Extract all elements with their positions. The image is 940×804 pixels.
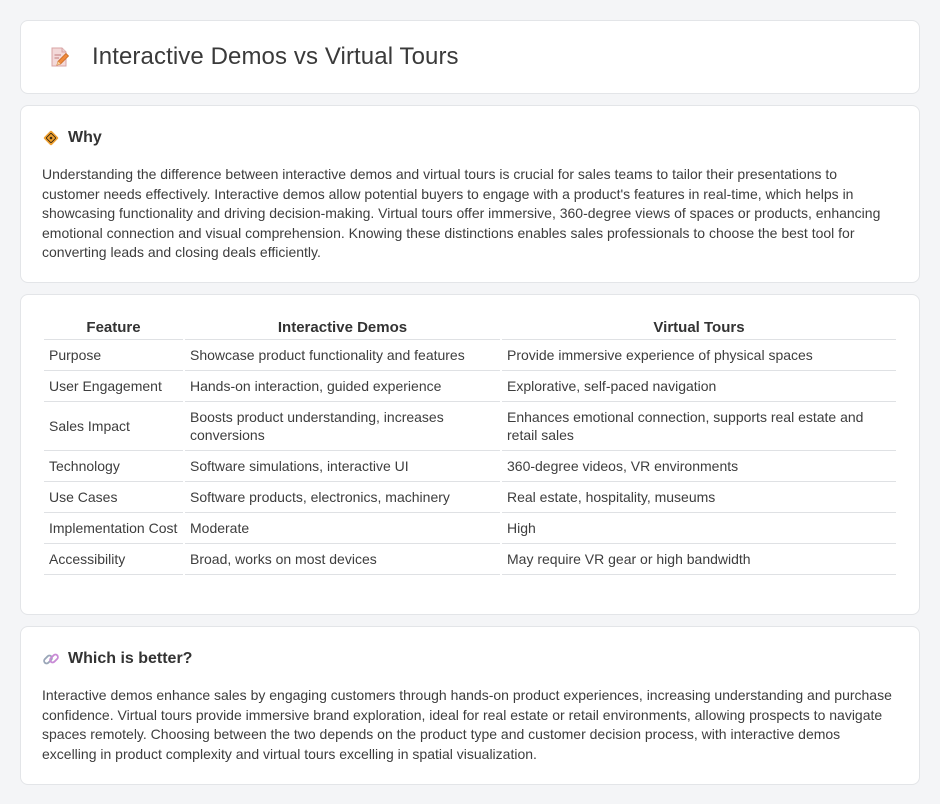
table-row: Accessibility Broad, works on most devic… bbox=[44, 544, 896, 575]
table-header-row: Feature Interactive Demos Virtual Tours bbox=[44, 317, 896, 340]
table-row: Sales Impact Boosts product understandin… bbox=[44, 402, 896, 451]
row-interactive-demos: Moderate bbox=[185, 513, 500, 544]
title-card: Interactive Demos vs Virtual Tours bbox=[20, 20, 920, 94]
row-feature: Use Cases bbox=[44, 482, 183, 513]
row-interactive-demos: Hands-on interaction, guided experience bbox=[185, 371, 500, 402]
which-better-section: Which is better? Interactive demos enhan… bbox=[20, 626, 920, 785]
row-interactive-demos: Showcase product functionality and featu… bbox=[185, 340, 500, 371]
row-virtual-tours: Enhances emotional connection, supports … bbox=[502, 402, 896, 451]
table-row: Purpose Showcase product functionality a… bbox=[44, 340, 896, 371]
row-interactive-demos: Broad, works on most devices bbox=[185, 544, 500, 575]
row-feature: Implementation Cost bbox=[44, 513, 183, 544]
row-interactive-demos: Boosts product understanding, increases … bbox=[185, 402, 500, 451]
row-feature: User Engagement bbox=[44, 371, 183, 402]
why-section-header: Why bbox=[42, 128, 898, 148]
which-better-heading: Which is better? bbox=[68, 650, 193, 667]
link-icon bbox=[42, 650, 60, 668]
header-feature: Feature bbox=[44, 317, 183, 340]
table-row: Use Cases Software products, electronics… bbox=[44, 482, 896, 513]
row-feature: Accessibility bbox=[44, 544, 183, 575]
row-virtual-tours: 360-degree videos, VR environments bbox=[502, 451, 896, 482]
which-better-text: Interactive demos enhance sales by engag… bbox=[42, 687, 892, 762]
row-virtual-tours: May require VR gear or high bandwidth bbox=[502, 544, 896, 575]
why-text: Understanding the difference between int… bbox=[42, 166, 881, 261]
table-row: User Engagement Hands-on interaction, gu… bbox=[44, 371, 896, 402]
comparison-table: Feature Interactive Demos Virtual Tours … bbox=[42, 317, 898, 575]
row-feature: Sales Impact bbox=[44, 402, 183, 451]
row-virtual-tours: Explorative, self-paced navigation bbox=[502, 371, 896, 402]
which-better-header: Which is better? bbox=[42, 649, 898, 669]
table-row: Implementation Cost Moderate High bbox=[44, 513, 896, 544]
row-virtual-tours: Real estate, hospitality, museums bbox=[502, 482, 896, 513]
page: Interactive Demos vs Virtual Tours Why U… bbox=[0, 0, 940, 785]
document-pencil-icon bbox=[47, 45, 71, 69]
row-virtual-tours: Provide immersive experience of physical… bbox=[502, 340, 896, 371]
row-interactive-demos: Software simulations, interactive UI bbox=[185, 451, 500, 482]
row-virtual-tours: High bbox=[502, 513, 896, 544]
row-feature: Technology bbox=[44, 451, 183, 482]
why-heading: Why bbox=[68, 129, 102, 146]
header-interactive-demos: Interactive Demos bbox=[185, 317, 500, 340]
table-row: Technology Software simulations, interac… bbox=[44, 451, 896, 482]
row-interactive-demos: Software products, electronics, machiner… bbox=[185, 482, 500, 513]
why-section: Why Understanding the difference between… bbox=[20, 105, 920, 283]
row-feature: Purpose bbox=[44, 340, 183, 371]
diamond-sign-icon bbox=[42, 129, 60, 147]
header-virtual-tours: Virtual Tours bbox=[502, 317, 896, 340]
page-title: Interactive Demos vs Virtual Tours bbox=[92, 43, 459, 70]
comparison-card: Feature Interactive Demos Virtual Tours … bbox=[20, 294, 920, 615]
